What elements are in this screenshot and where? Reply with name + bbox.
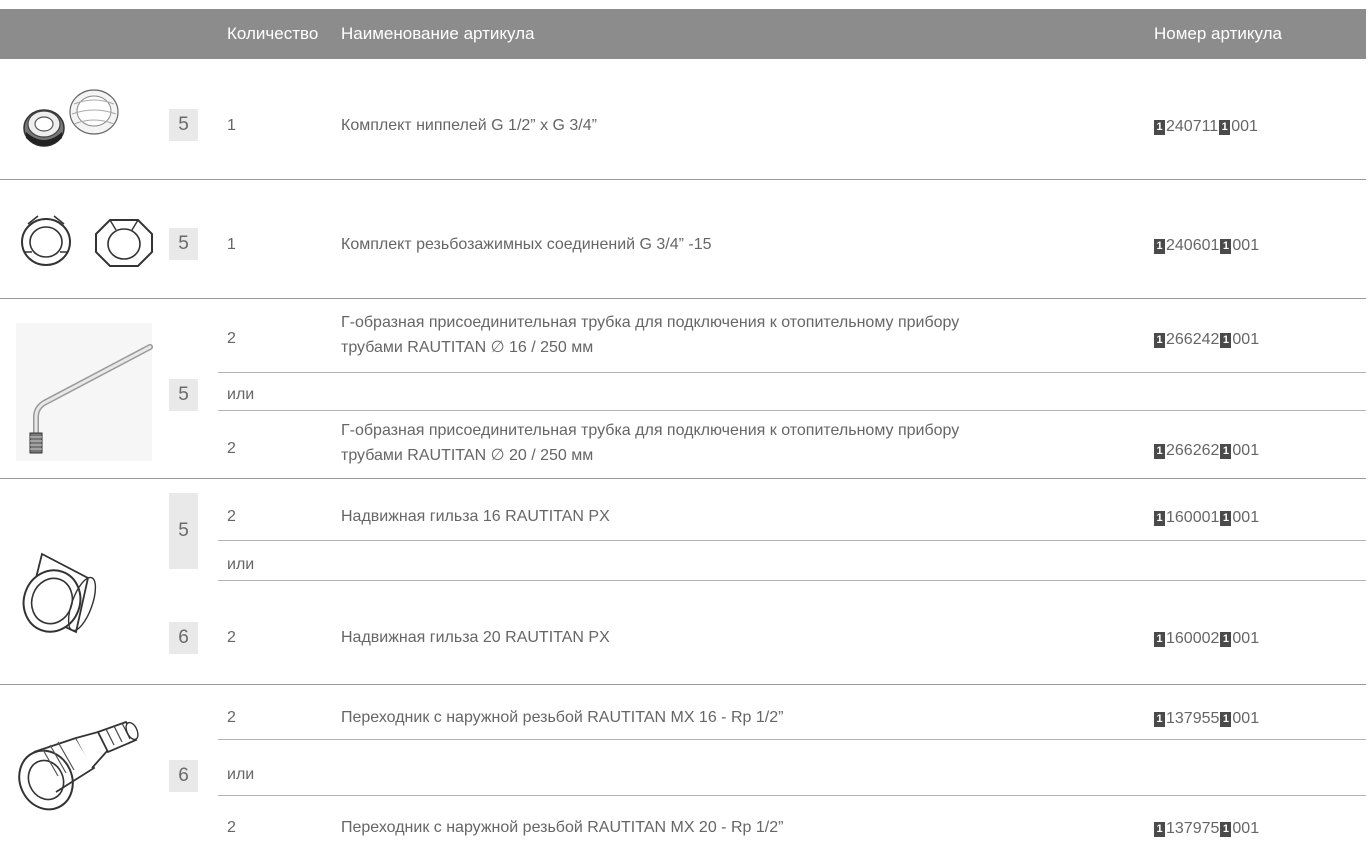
row-name: Г-образная присоединительная трубка для … bbox=[341, 422, 960, 464]
row-quantity: 2 bbox=[227, 629, 236, 646]
row-name: Надвижная гильза 16 RAUTITAN PX bbox=[341, 508, 610, 525]
or-label: или bbox=[227, 386, 255, 403]
row-name: Комплект резьбозажимных соединений G 3/4… bbox=[341, 236, 712, 253]
article-marker: 1 bbox=[1154, 821, 1165, 837]
article-number: 1 137975 1 001 bbox=[1154, 820, 1259, 838]
male-thread-adapter-icon bbox=[18, 720, 139, 811]
row-name: Переходник с наружной резьбой RAUTITAN M… bbox=[341, 819, 784, 836]
article-number: 1 240711 1 001 bbox=[1154, 118, 1258, 136]
header-article: Номер артикула bbox=[1154, 24, 1282, 43]
article-marker: 1 bbox=[1154, 711, 1165, 727]
article-marker: 1 bbox=[1154, 443, 1165, 459]
article-marker: 1 bbox=[1220, 711, 1232, 727]
row-name: Комплект ниппелей G 1/2” x G 3/4” bbox=[341, 117, 597, 134]
article-number: 1 160001 1 001 bbox=[1154, 509, 1259, 527]
sleeve-icon bbox=[22, 552, 97, 634]
row-name: Г-образная присоединительная трубка для … bbox=[341, 314, 960, 356]
sub-divider bbox=[218, 580, 1366, 581]
table-header: Количество Наименование артикула Номер а… bbox=[0, 9, 1366, 59]
row-quantity: 1 bbox=[227, 236, 236, 253]
article-marker: 1 bbox=[1220, 510, 1232, 526]
row-divider bbox=[0, 179, 1366, 180]
step-badge: 5 bbox=[169, 493, 198, 569]
sub-divider bbox=[218, 739, 1366, 740]
or-label: или bbox=[227, 766, 255, 783]
row-quantity: 2 bbox=[227, 508, 236, 525]
row-divider bbox=[0, 684, 1366, 685]
or-label: или bbox=[227, 556, 255, 573]
row-quantity: 2 bbox=[227, 440, 236, 457]
header-name: Наименование артикула bbox=[341, 24, 535, 43]
sub-divider bbox=[218, 795, 1366, 796]
article-number: 1 160002 1 001 bbox=[1154, 630, 1259, 648]
step-badge: 5 bbox=[169, 109, 198, 141]
article-marker: 1 bbox=[1154, 332, 1165, 348]
step-badge: 6 bbox=[169, 622, 198, 654]
row-name: Надвижная гильза 20 RAUTITAN PX bbox=[341, 629, 610, 646]
article-marker: 1 bbox=[1154, 631, 1165, 647]
step-badge: 5 bbox=[169, 228, 198, 260]
article-marker: 1 bbox=[1220, 443, 1232, 459]
article-marker: 1 bbox=[1220, 238, 1232, 254]
article-marker: 1 bbox=[1219, 119, 1231, 135]
l-shaped-pipe-icon bbox=[16, 323, 153, 461]
article-marker: 1 bbox=[1154, 119, 1165, 135]
article-marker: 1 bbox=[1154, 238, 1165, 254]
row-quantity: 2 bbox=[227, 709, 236, 726]
sub-divider bbox=[218, 372, 1366, 373]
nipple-set-icon bbox=[23, 89, 119, 147]
sub-divider bbox=[218, 410, 1366, 411]
article-marker: 1 bbox=[1220, 631, 1232, 647]
row-divider bbox=[0, 298, 1366, 299]
row-quantity: 1 bbox=[227, 117, 236, 134]
row-name: Переходник с наружной резьбой RAUTITAN M… bbox=[341, 709, 784, 726]
article-marker: 1 bbox=[1220, 821, 1232, 837]
article-marker: 1 bbox=[1154, 510, 1165, 526]
row-divider bbox=[0, 478, 1366, 479]
header-quantity: Количество bbox=[227, 24, 319, 43]
row-quantity: 2 bbox=[227, 819, 236, 836]
article-number: 1 240601 1 001 bbox=[1154, 237, 1259, 255]
step-badge: 5 bbox=[169, 379, 198, 411]
compression-fitting-set-icon bbox=[21, 215, 153, 267]
step-badge: 6 bbox=[169, 760, 198, 792]
article-number: 1 266242 1 001 bbox=[1154, 331, 1259, 349]
article-marker: 1 bbox=[1220, 332, 1232, 348]
article-number: 1 266262 1 001 bbox=[1154, 442, 1259, 460]
article-number: 1 137955 1 001 bbox=[1154, 710, 1259, 728]
row-quantity: 2 bbox=[227, 330, 236, 347]
sub-divider bbox=[218, 540, 1366, 541]
